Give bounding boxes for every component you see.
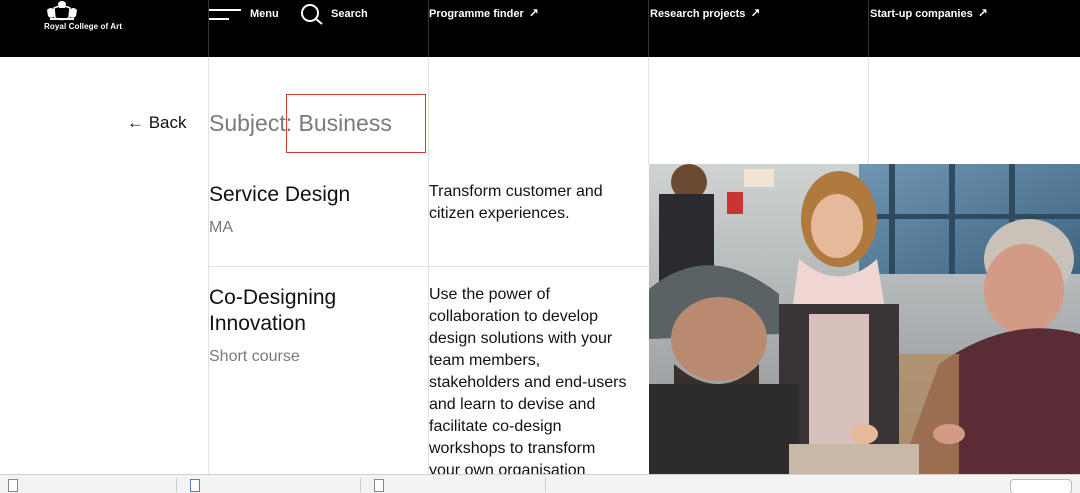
download-item[interactable]: [190, 478, 208, 492]
download-separator: [545, 478, 546, 492]
logo-text: Royal College of Art: [44, 22, 123, 31]
header-divider: [648, 0, 649, 57]
grid-line: [648, 57, 649, 164]
menu-icon: [209, 7, 241, 21]
menu-button[interactable]: Menu: [209, 4, 279, 24]
site-header: Royal College of Art Menu Search Program…: [0, 0, 1080, 57]
course-description: Transform customer and citizen experienc…: [429, 183, 603, 222]
course-title[interactable]: Service Design: [209, 182, 419, 208]
header-divider: [868, 0, 869, 57]
photo-illustration: [649, 164, 1080, 474]
rca-logo[interactable]: Royal College of Art: [42, 0, 132, 36]
workshop-photo: [649, 164, 1080, 474]
file-icon: [190, 478, 200, 492]
highlight-annotation: [286, 94, 426, 153]
arrow-up-right-icon: ↗: [977, 6, 988, 20]
search-icon: [301, 4, 323, 25]
show-all-button[interactable]: [1010, 479, 1072, 493]
file-icon: [8, 478, 18, 492]
arrow-up-right-icon: ↗: [528, 6, 539, 20]
nav-label: Programme finder: [429, 8, 524, 20]
back-link[interactable]: ← Back: [127, 113, 187, 133]
arrow-up-right-icon: ↗: [750, 6, 761, 20]
row-divider: [208, 266, 649, 267]
download-separator: [176, 478, 177, 492]
download-item[interactable]: [374, 478, 392, 492]
search-label: Search: [331, 8, 368, 20]
nav-label: Research projects: [650, 8, 746, 20]
crest-icon: [47, 1, 77, 21]
nav-research-projects[interactable]: Research projects ↗: [650, 6, 760, 20]
course-description: Use the power of collaboration to develo…: [429, 286, 627, 474]
menu-label: Menu: [250, 8, 279, 20]
file-icon: [374, 478, 384, 492]
search-button[interactable]: Search: [300, 3, 368, 25]
course-type: MA: [209, 219, 233, 236]
download-bar: [0, 474, 1080, 493]
nav-label: Start-up companies: [870, 8, 973, 20]
course-title[interactable]: Co-Designing Innovation: [209, 285, 399, 337]
course-type: Short course: [209, 348, 300, 365]
grid-line: [868, 57, 869, 164]
download-separator: [360, 478, 361, 492]
download-item[interactable]: [8, 478, 26, 492]
nav-start-up-companies[interactable]: Start-up companies ↗: [870, 6, 988, 20]
nav-programme-finder[interactable]: Programme finder ↗: [429, 6, 539, 20]
